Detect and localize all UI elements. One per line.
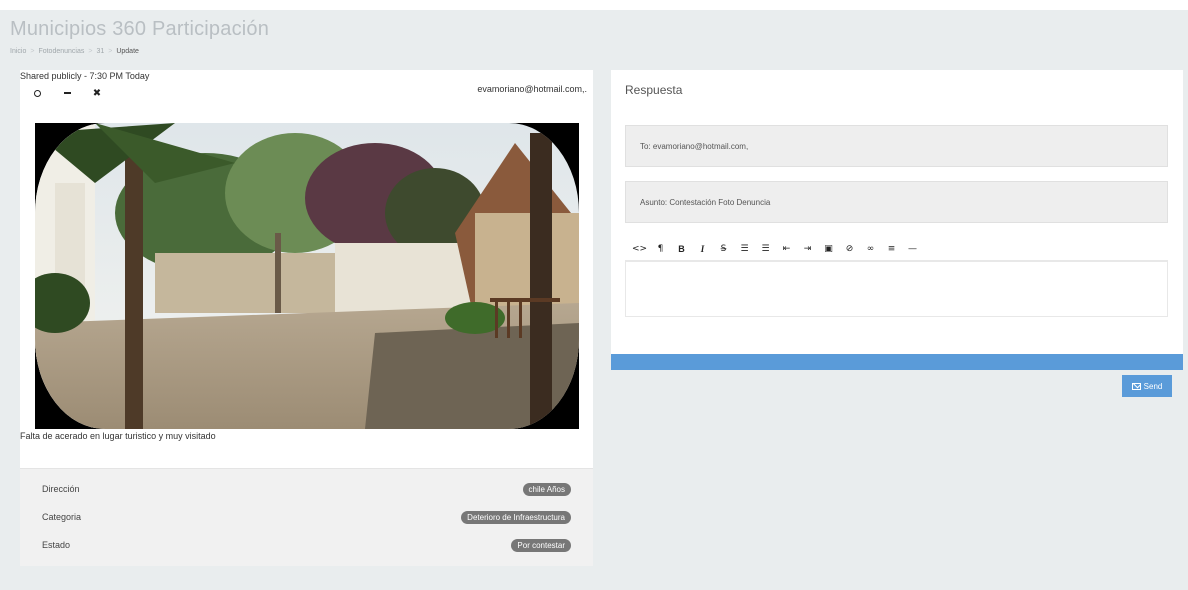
photo-caption: Falta de acerado en lugar turistico y mu…	[20, 431, 216, 441]
horizontal-rule-icon[interactable]: —	[902, 239, 923, 259]
to-field[interactable]: To: evamoriano@hotmail.com,	[625, 125, 1168, 167]
breadcrumb: Inicio > Fotodenuncias > 31 > Update	[10, 48, 139, 55]
strikethrough-icon[interactable]: S̶	[713, 239, 734, 259]
image-icon[interactable]: ▣	[818, 239, 839, 259]
status-badge: Por contestar	[511, 538, 571, 552]
send-button[interactable]: Send	[1122, 375, 1172, 397]
breadcrumb-separator: >	[108, 48, 113, 55]
detail-row-estado: Estado Por contestar	[42, 536, 571, 554]
outdent-icon[interactable]: ⇤	[776, 239, 797, 259]
editor-toolbar: <> ¶ B I S̶ ☰ ☰ ⇤ ⇥ ▣ ⊘ ∞ ≡ —	[625, 237, 1168, 261]
video-icon[interactable]: ⊘	[839, 239, 860, 259]
breadcrumb-current: Update	[116, 48, 139, 55]
details-panel: Dirección chile Años Categoria Deterioro…	[20, 468, 593, 566]
breadcrumb-separator: >	[88, 48, 93, 55]
breadcrumb-separator: >	[30, 48, 35, 55]
close-icon[interactable]: ✖	[90, 86, 104, 100]
post-tools: ✖	[30, 86, 104, 100]
app-title: Municipios 360 Participación	[10, 18, 270, 40]
breadcrumb-31[interactable]: 31	[96, 48, 104, 55]
shared-status: Shared publicly - 7:30 PM Today	[20, 71, 150, 81]
detail-label: Dirección	[42, 484, 80, 494]
unordered-list-icon[interactable]: ☰	[734, 239, 755, 259]
response-title: Respuesta	[625, 83, 683, 97]
code-icon[interactable]: <>	[629, 239, 650, 259]
minus-icon[interactable]	[60, 86, 74, 100]
bold-icon[interactable]: B	[671, 239, 692, 259]
subject-field[interactable]: Asunto: Contestación Foto Denuncia	[625, 181, 1168, 223]
indent-icon[interactable]: ⇥	[797, 239, 818, 259]
detail-badge: Deterioro de Infraestructura	[461, 510, 571, 524]
link-icon[interactable]: ∞	[860, 239, 881, 259]
paragraph-icon[interactable]: ¶	[650, 239, 671, 259]
send-label: Send	[1143, 381, 1163, 391]
italic-icon[interactable]: I	[692, 239, 713, 259]
breadcrumb-fotodenuncias[interactable]: Fotodenuncias	[38, 48, 84, 55]
post-email: evamoriano@hotmail.com,.	[477, 84, 587, 94]
align-icon[interactable]: ≡	[881, 239, 902, 259]
message-editor[interactable]	[625, 261, 1168, 317]
response-card: Respuesta To: evamoriano@hotmail.com, As…	[611, 70, 1183, 370]
detail-badge: chile Años	[522, 482, 571, 496]
detail-row-direccion: Dirección chile Años	[42, 480, 571, 498]
report-photo	[35, 123, 579, 429]
breadcrumb-inicio[interactable]: Inicio	[10, 48, 26, 55]
ordered-list-icon[interactable]: ☰	[755, 239, 776, 259]
post-card: Shared publicly - 7:30 PM Today ✖ evamor…	[20, 70, 593, 566]
detail-row-categoria: Categoria Deterioro de Infraestructura	[42, 508, 571, 526]
circle-icon[interactable]	[30, 86, 44, 100]
detail-label: Categoria	[42, 512, 82, 522]
envelope-icon	[1131, 382, 1141, 390]
detail-label: Estado	[42, 540, 71, 550]
accent-bar	[611, 354, 1183, 370]
